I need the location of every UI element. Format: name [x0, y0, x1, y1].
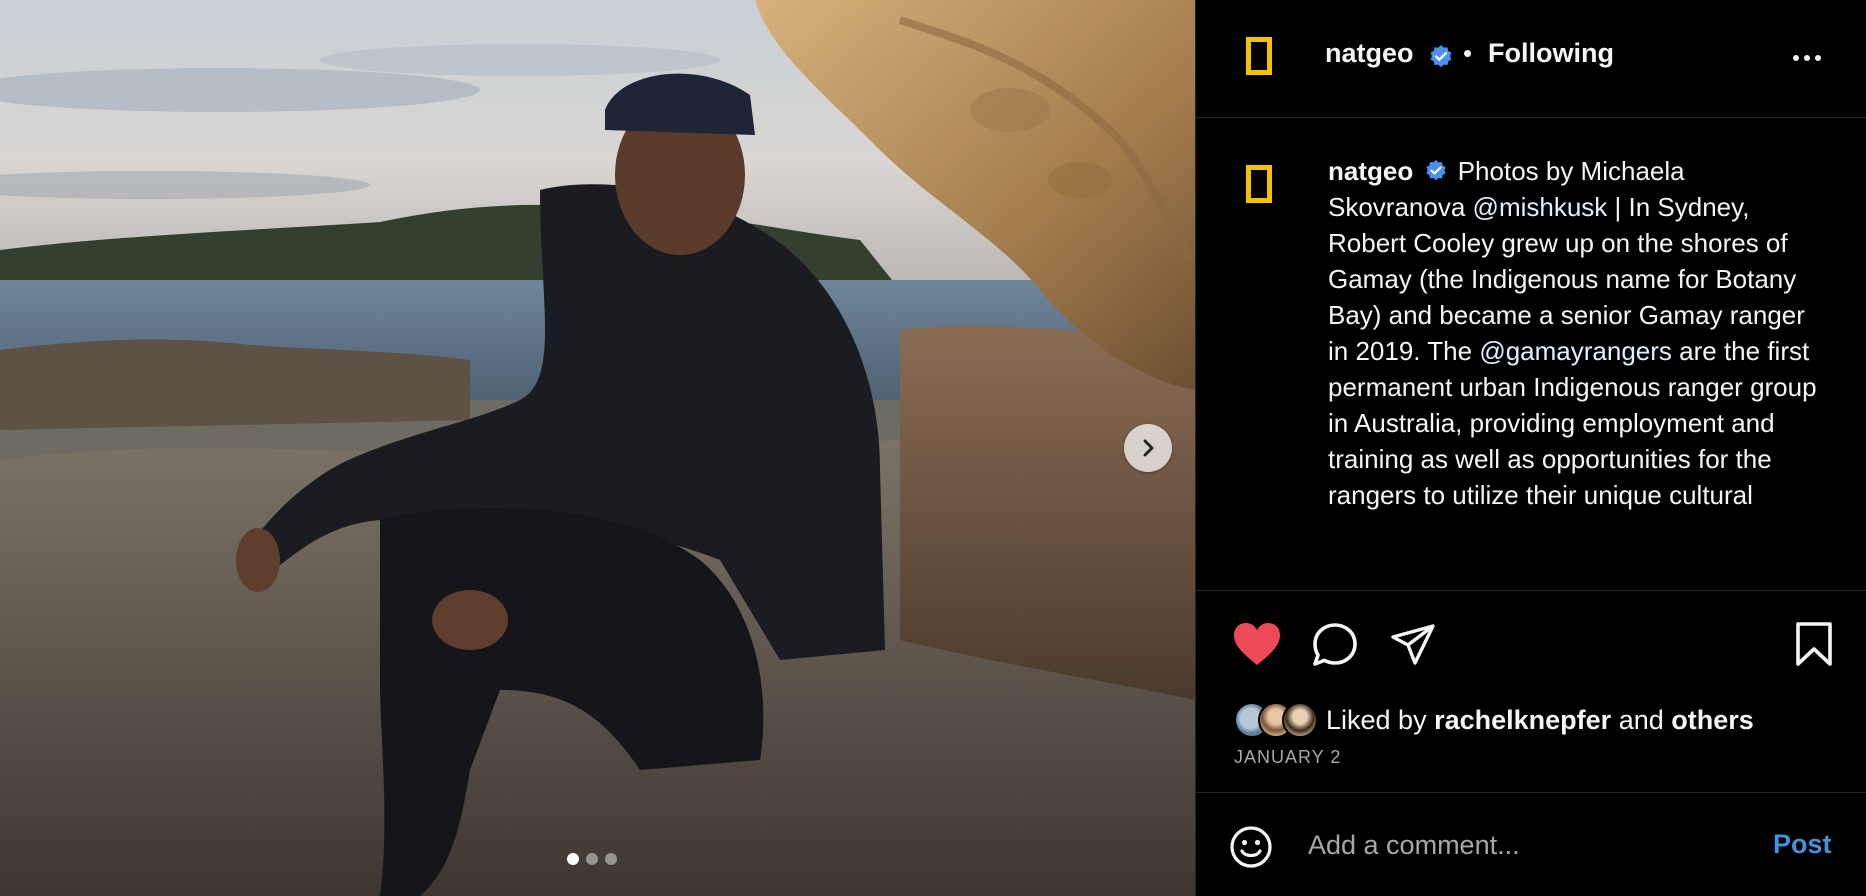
liker-avatars: [1234, 702, 1318, 738]
chevron-right-icon: [1143, 439, 1154, 457]
post-image: [0, 0, 1195, 896]
smiley-icon[interactable]: [1229, 825, 1273, 869]
header-username[interactable]: natgeo: [1325, 38, 1414, 69]
avatar: [1282, 702, 1318, 738]
comment-icon[interactable]: [1311, 621, 1359, 669]
bookmark-icon[interactable]: [1794, 621, 1834, 667]
post-photo[interactable]: [0, 0, 1195, 896]
carousel-indicator: [567, 853, 617, 865]
post-side-panel: natgeo • Following natgeo Photos by Mich…: [1195, 0, 1866, 896]
heart-filled-icon[interactable]: [1232, 621, 1282, 667]
likes-conjunction: and: [1618, 704, 1664, 735]
caption-section: natgeo Photos by Michaela Skovranova @mi…: [1196, 118, 1866, 590]
caption-mention-link[interactable]: @gamayrangers: [1479, 336, 1672, 366]
caption-username[interactable]: natgeo: [1328, 156, 1413, 186]
post-header: natgeo • Following: [1196, 0, 1866, 118]
post-caption: natgeo Photos by Michaela Skovranova @mi…: [1328, 153, 1828, 513]
carousel-dot-2: [586, 853, 598, 865]
post-date[interactable]: JANUARY 2: [1234, 747, 1341, 768]
post-comment-button[interactable]: Post: [1773, 829, 1832, 860]
caption-mention-link[interactable]: @mishkusk: [1473, 192, 1608, 222]
carousel-dot-1: [567, 853, 579, 865]
caption-avatar[interactable]: [1246, 165, 1272, 203]
natgeo-logo-icon: [1246, 37, 1272, 75]
post-actions: Liked by rachelknepfer and others JANUAR…: [1196, 590, 1866, 790]
natgeo-logo-icon: [1246, 165, 1272, 203]
comment-input[interactable]: [1308, 823, 1748, 867]
carousel-dot-3: [605, 853, 617, 865]
avatar[interactable]: [1246, 37, 1272, 75]
likes-prefix: Liked by: [1326, 704, 1427, 735]
liker-username-link[interactable]: rachelknepfer: [1434, 705, 1611, 735]
likes-summary[interactable]: Liked by rachelknepfer and others: [1234, 702, 1754, 738]
likes-text: Liked by rachelknepfer and others: [1326, 705, 1754, 736]
likes-others-link[interactable]: others: [1671, 705, 1754, 735]
comment-bar: Post: [1196, 792, 1866, 896]
carousel-next-button[interactable]: [1124, 424, 1172, 472]
verified-badge-icon: [1430, 45, 1452, 68]
header-separator: •: [1463, 38, 1473, 68]
verified-badge-icon: [1426, 160, 1447, 181]
more-options-icon[interactable]: [1793, 55, 1821, 61]
paper-plane-icon[interactable]: [1390, 623, 1436, 667]
following-button[interactable]: Following: [1488, 38, 1614, 69]
